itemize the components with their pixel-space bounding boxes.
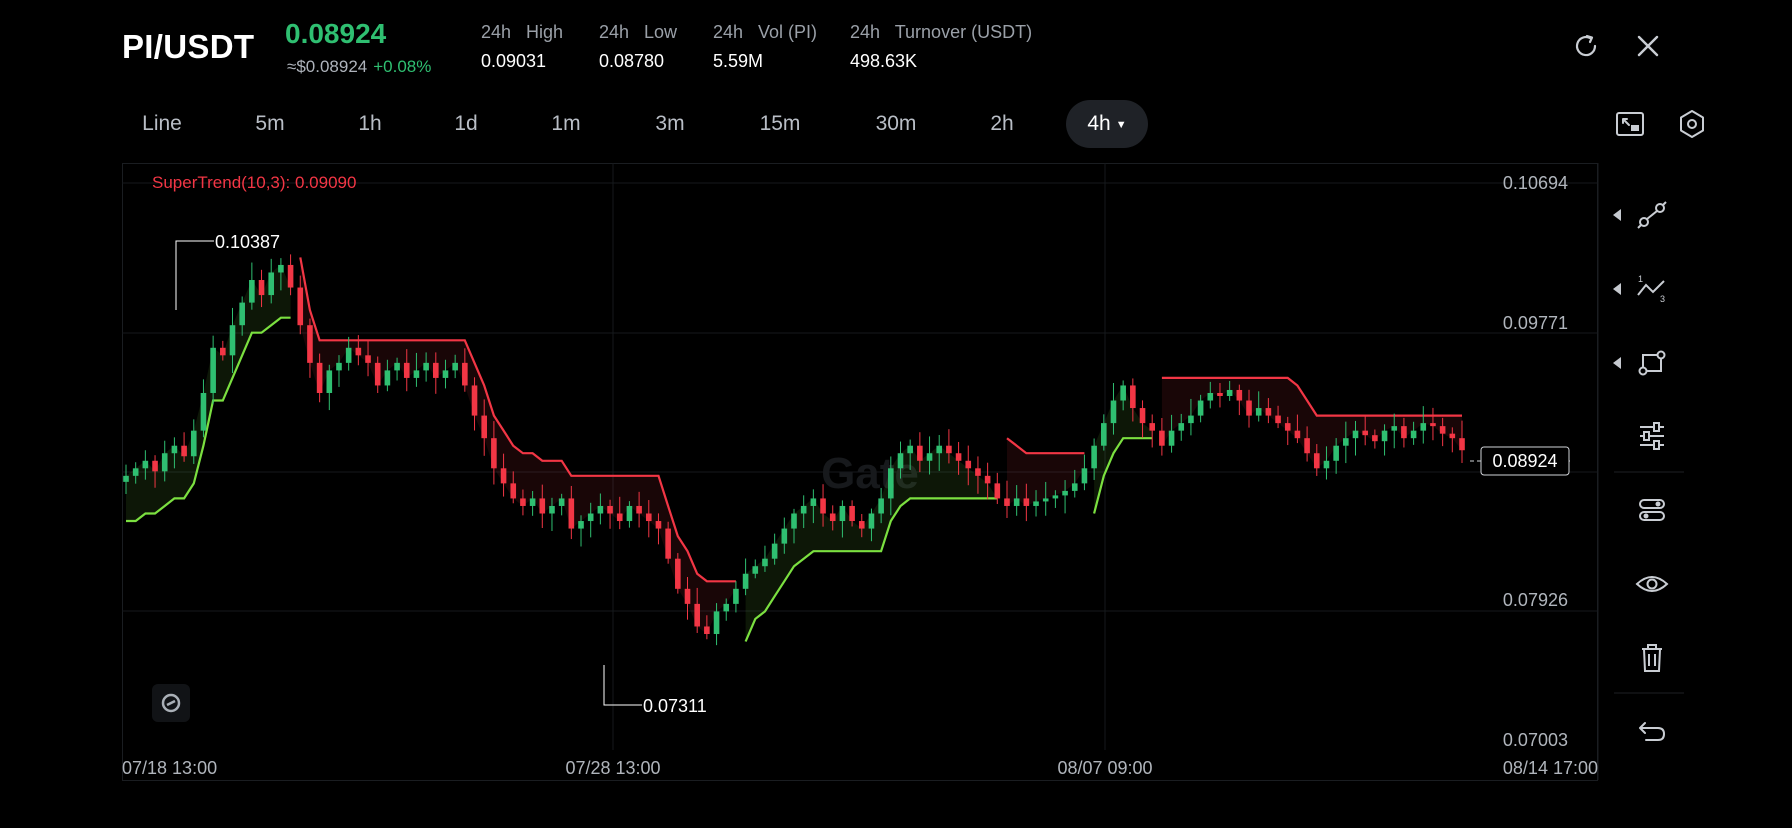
chart-logo-button[interactable] — [152, 684, 190, 722]
timeframe-1h[interactable]: 1h — [330, 100, 410, 148]
shape-icon-graphic — [1638, 350, 1666, 376]
stat-value: 0.08780 — [599, 51, 665, 71]
stat-24h-turnover: 24h Turnover (USDT) 498.63K — [850, 22, 1032, 72]
drawing-line-icon-graphic — [1637, 201, 1667, 229]
timeframe-2h[interactable]: 2h — [962, 100, 1042, 148]
expand-arrow-icon[interactable] — [1613, 283, 1621, 295]
fullscreen-icon[interactable] — [1614, 108, 1646, 140]
svg-text:1: 1 — [1638, 274, 1643, 284]
refresh-icon-graphic — [1575, 34, 1597, 57]
timeframe-30m[interactable]: 30m — [856, 100, 936, 148]
close-icon[interactable] — [1632, 30, 1664, 62]
stat-24h-low: 24h Low 0.08780 — [599, 22, 677, 72]
refresh-icon[interactable] — [1570, 30, 1602, 62]
timeframe-15m[interactable]: 15m — [740, 100, 820, 148]
eye-icon-graphic — [1635, 576, 1669, 592]
stat-label: 24h High — [481, 22, 564, 42]
stat-value: 498.63K — [850, 51, 918, 71]
sliders-icon-graphic — [1640, 422, 1664, 450]
undo-icon-graphic — [1639, 722, 1665, 741]
expand-arrow-icon[interactable] — [1613, 357, 1621, 369]
timeframe-line[interactable]: Line — [120, 100, 204, 148]
trash-icon[interactable] — [1634, 640, 1670, 676]
fullscreen-icon-graphic — [1616, 112, 1644, 136]
close-icon-graphic — [1637, 35, 1659, 57]
undo-icon[interactable] — [1634, 712, 1670, 748]
last-price: 0.08924 — [285, 18, 387, 49]
timeframe-4h-dropdown[interactable]: 4h ▼ — [1066, 100, 1148, 148]
stat-24h-volume: 24h Vol (PI) 5.59M — [713, 22, 817, 72]
indicator-icon-graphic: 1 3 — [1637, 274, 1665, 304]
timeframe-1d[interactable]: 1d — [426, 100, 506, 148]
svg-text:3: 3 — [1660, 294, 1665, 304]
timeframe-3m[interactable]: 3m — [630, 100, 710, 148]
sliders-icon[interactable] — [1634, 418, 1670, 454]
trash-icon-graphic — [1642, 644, 1662, 672]
gate-logo-icon — [161, 693, 181, 713]
settings-icon-graphic — [1680, 110, 1704, 138]
timeframe-5m[interactable]: 5m — [230, 100, 310, 148]
stat-value: 5.59M — [713, 51, 764, 71]
stat-label: 24h Turnover (USDT) — [850, 22, 1033, 42]
price-change: +0.08% — [373, 57, 432, 76]
expand-arrow-icon[interactable] — [1613, 209, 1621, 221]
pair-title: PI/USDT — [122, 28, 255, 65]
layers-icon[interactable] — [1634, 492, 1670, 528]
chart-frame — [122, 163, 1598, 781]
timeframe-1m[interactable]: 1m — [526, 100, 606, 148]
stat-label: 24h Low — [599, 22, 678, 42]
active-timeframe-label: 4h — [1087, 112, 1111, 135]
settings-icon[interactable] — [1676, 108, 1708, 140]
layers-icon-graphic — [1639, 499, 1665, 521]
stat-value: 0.09031 — [481, 51, 547, 71]
indicator-icon[interactable]: 1 3 — [1634, 271, 1670, 307]
drawing-line-icon[interactable] — [1634, 197, 1670, 233]
shape-icon[interactable] — [1634, 345, 1670, 381]
chevron-down-icon: ▼ — [1115, 119, 1127, 131]
eye-icon[interactable] — [1634, 566, 1670, 602]
stat-label: 24h Vol (PI) — [713, 22, 818, 42]
price-subline: ≈$0.08924 +0.08% — [287, 57, 431, 77]
stat-24h-high: 24h High 0.09031 — [481, 22, 563, 72]
usd-price: ≈$0.08924 — [287, 57, 368, 76]
